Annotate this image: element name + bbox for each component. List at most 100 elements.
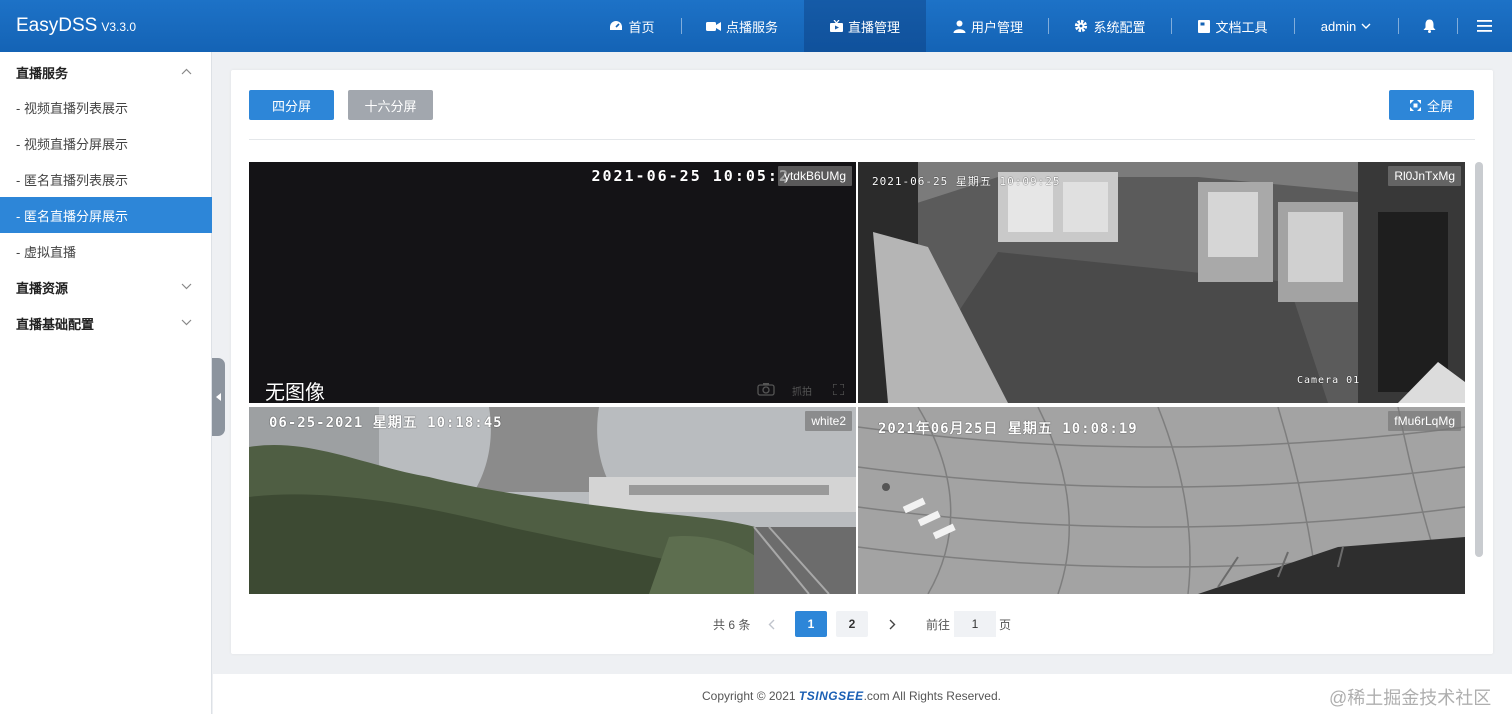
chevron-up-icon: [181, 68, 192, 75]
no-image-text: 无图像: [265, 380, 325, 403]
pagination-total: 共 6 条: [713, 618, 751, 632]
tsingsee-logo[interactable]: TSINGSEE: [799, 689, 864, 703]
top-navbar: EasyDSS V3.3.0 首页 点播服务 直播管理 用户管理 系统配置 文档工…: [0, 0, 1512, 52]
surveillance-outdoor-frame: [249, 407, 856, 594]
sidebar-item-label: - 视频直播分屏展示: [16, 136, 128, 152]
sidebar-item-live-split[interactable]: - 视频直播分屏展示: [0, 125, 212, 161]
stream-id-tag: fMu6rLqMg: [1388, 411, 1461, 431]
page-button-1[interactable]: 1: [795, 611, 827, 637]
sidebar-item-label: - 匿名直播分屏展示: [16, 208, 128, 224]
app-brand: EasyDSS V3.3.0: [16, 15, 136, 37]
watermark-text: @稀土掘金技术社区: [1329, 688, 1492, 708]
notification-button[interactable]: [1414, 0, 1444, 52]
sidebar-group-label: 直播服务: [16, 65, 69, 81]
osd-timestamp: 2021年06月25日 星期五 10:08:19: [878, 421, 1138, 437]
stream-id-tag: Rl0JnTxMg: [1388, 166, 1461, 186]
video-screen-3[interactable]: 06-25-2021 星期五 10:18:45 white2: [249, 407, 856, 594]
sixteen-split-button[interactable]: 十六分屏: [348, 90, 433, 120]
copyright-suffix: .com All Rights Reserved.: [863, 689, 1001, 703]
sidebar-item-label: - 视频直播列表展示: [16, 100, 128, 116]
video-grid: 2021-06-25 10:05:2 ytdkB6UMg 无图像 抓拍 2021…: [249, 162, 1465, 594]
user-icon: [953, 20, 966, 33]
chevron-down-icon: [181, 283, 192, 290]
nav-vod-label: 点播服务: [725, 19, 778, 35]
copyright-text: Copyright © 2021 TSINGSEE.com All Rights…: [702, 689, 1001, 703]
nav-divider: [681, 18, 682, 34]
sidebar-group-live-resource[interactable]: 直播资源: [0, 269, 212, 305]
surveillance-office-frame: [858, 162, 1465, 403]
sidebar-item-label: - 虚拟直播: [16, 244, 76, 260]
caret-left-icon: [216, 393, 221, 401]
expand-icon: [833, 384, 844, 395]
video-screen-2[interactable]: 2021-06-25 星期五 10:09:25 Rl0JnTxMg Camera…: [858, 162, 1465, 403]
user-menu[interactable]: admin: [1310, 0, 1382, 52]
hamburger-menu-icon: [1476, 20, 1492, 32]
nav-divider: [1294, 18, 1295, 34]
nav-home-label: 首页: [628, 19, 655, 35]
goto-label: 前往: [926, 618, 951, 632]
scrollbar-thumb[interactable]: [1475, 162, 1483, 557]
nav-users[interactable]: 用户管理: [942, 0, 1034, 52]
goto-page-input[interactable]: [954, 611, 996, 637]
sidebar-item-anon-list[interactable]: - 匿名直播列表展示: [0, 161, 212, 197]
footer: Copyright © 2021 TSINGSEE.com All Rights…: [213, 674, 1512, 714]
stream-id-tag: white2: [805, 411, 852, 431]
video-screen-1[interactable]: 2021-06-25 10:05:2 ytdkB6UMg 无图像 抓拍: [249, 162, 856, 403]
document-icon: [1198, 19, 1211, 33]
nav-users-label: 用户管理: [970, 19, 1023, 35]
snapshot-label: 抓拍: [792, 387, 812, 398]
nav-system-label: 系统配置: [1093, 19, 1146, 35]
prev-page-button[interactable]: [761, 614, 781, 634]
dashboard-icon: [610, 21, 623, 30]
chevron-left-icon: [768, 619, 774, 629]
live-icon: [829, 20, 843, 32]
nav-system[interactable]: 系统配置: [1064, 0, 1156, 52]
sidebar-item-label: - 匿名直播列表展示: [16, 172, 128, 188]
nav-divider: [1171, 18, 1172, 34]
chevron-down-icon: [181, 319, 192, 326]
toolbar-divider: [249, 139, 1475, 140]
osd-timestamp: 2021-06-25 星期五 10:09:25: [872, 175, 1061, 188]
menu-toggle-button[interactable]: [1470, 0, 1498, 52]
chevron-right-icon: [889, 619, 895, 629]
sidebar-group-live-config[interactable]: 直播基础配置: [0, 305, 212, 341]
nav-docs-label: 文档工具: [1215, 19, 1268, 35]
nav-divider: [1398, 18, 1399, 34]
app-name: EasyDSS: [16, 15, 98, 36]
sidebar-item-live-list[interactable]: - 视频直播列表展示: [0, 89, 212, 125]
page-suffix-label: 页: [999, 618, 1012, 632]
sidebar-item-virtual-live[interactable]: - 虚拟直播: [0, 233, 212, 269]
pagination: 共 6 条 1 2 前往 页: [231, 610, 1493, 638]
sidebar: 直播服务 - 视频直播列表展示 - 视频直播分屏展示 - 匿名直播列表展示 - …: [0, 52, 212, 714]
app-version: V3.3.0: [101, 20, 137, 34]
sidebar-item-anon-split[interactable]: - 匿名直播分屏展示: [0, 197, 212, 233]
four-split-button[interactable]: 四分屏: [249, 90, 334, 120]
osd-timestamp: 06-25-2021 星期五 10:18:45: [269, 415, 503, 431]
copyright-prefix: Copyright © 2021: [702, 689, 799, 703]
nav-home[interactable]: 首页: [598, 0, 666, 52]
nav-docs[interactable]: 文档工具: [1187, 0, 1279, 52]
username: admin: [1320, 18, 1357, 34]
main-panel: 四分屏 十六分屏 全屏 2021-06-25 10:05:2 ytdkB6UMg…: [231, 70, 1493, 654]
osd-camera-label: Camera 01: [1297, 375, 1361, 386]
nav-live-label: 直播管理: [847, 19, 900, 35]
fullscreen-button[interactable]: 全屏: [1389, 90, 1474, 120]
nav-divider: [1048, 18, 1049, 34]
stream-id-tag: ytdkB6UMg: [777, 166, 852, 186]
camera-icon: [757, 383, 775, 396]
fullscreen-icon: [1409, 99, 1421, 111]
nav-divider: [1457, 18, 1458, 34]
sidebar-collapse-handle[interactable]: [212, 358, 225, 436]
sidebar-group-label: 直播资源: [16, 280, 69, 296]
bell-icon: [1423, 19, 1435, 33]
video-camera-icon: [705, 21, 721, 31]
video-screen-4[interactable]: 2021年06月25日 星期五 10:08:19 fMu6rLqMg: [858, 407, 1465, 594]
sidebar-group-live-service[interactable]: 直播服务: [0, 54, 212, 90]
sidebar-group-label: 直播基础配置: [16, 316, 95, 332]
gear-icon: [1075, 19, 1088, 33]
fullscreen-label: 全屏: [1426, 98, 1453, 114]
next-page-button[interactable]: [882, 614, 902, 634]
nav-live[interactable]: 直播管理: [804, 0, 926, 52]
page-button-2[interactable]: 2: [836, 611, 868, 637]
nav-vod[interactable]: 点播服务: [697, 0, 787, 52]
